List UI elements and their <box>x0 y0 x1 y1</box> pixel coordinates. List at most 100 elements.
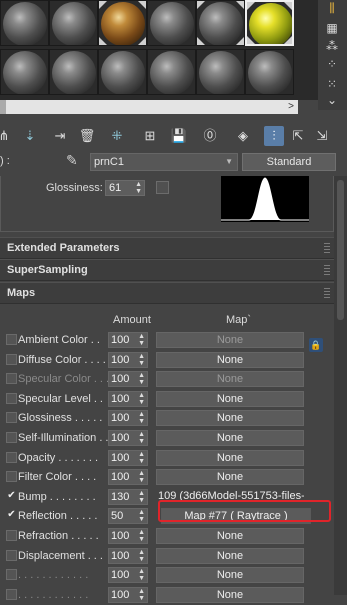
map-slot-button[interactable]: None <box>156 469 304 485</box>
map-amount-spinner[interactable]: 100 ▲ ▼ <box>108 450 148 466</box>
material-slot[interactable] <box>147 0 196 46</box>
map-amount-spinner[interactable]: 100 ▲ ▼ <box>108 587 148 603</box>
eyedropper-icon[interactable]: ✎ <box>66 152 78 169</box>
map-enable-checkbox[interactable] <box>6 452 17 463</box>
get-material-icon[interactable]: ⋔ <box>0 126 14 146</box>
map-amount-spinner[interactable]: 100 ▲ ▼ <box>108 391 148 407</box>
chevron-down-icon[interactable]: ▼ <box>225 154 233 170</box>
reset-map-icon[interactable]: 🗑 <box>77 126 97 146</box>
map-enable-checkbox[interactable] <box>6 471 17 482</box>
spinner-arrows-icon[interactable]: ▲ ▼ <box>138 549 145 563</box>
glossiness-spinner[interactable]: 61 ▲ ▼ <box>105 180 145 196</box>
material-slot[interactable] <box>196 49 245 95</box>
map-amount-spinner[interactable]: 100 ▲ ▼ <box>108 567 148 583</box>
go-to-parent-icon[interactable]: ⇱ <box>288 126 308 146</box>
background-icon[interactable]: ⁂ <box>322 38 342 54</box>
map-enable-checkbox[interactable] <box>6 569 17 580</box>
sample-type-icon[interactable]: ⫼ <box>322 0 342 16</box>
map-slot-button[interactable]: None <box>156 587 304 603</box>
rollout-maps[interactable]: Maps <box>0 282 334 304</box>
spinner-arrows-icon[interactable]: ▲ ▼ <box>138 529 145 543</box>
spinner-arrows-icon[interactable]: ▲ ▼ <box>138 372 145 386</box>
spinner-arrows-icon[interactable]: ▲ ▼ <box>138 411 145 425</box>
spinner-arrows-icon[interactable]: ▲ ▼ <box>138 353 145 367</box>
save-material-icon[interactable]: 💾 <box>169 126 189 146</box>
map-amount-spinner[interactable]: 100 ▲ ▼ <box>108 528 148 544</box>
map-amount-spinner[interactable]: 100 ▲ ▼ <box>108 430 148 446</box>
map-enable-checkbox[interactable] <box>6 373 17 384</box>
map-enable-checkbox[interactable] <box>6 432 17 443</box>
show-shaded-in-viewport-icon[interactable]: ◈ <box>233 126 253 146</box>
spinner-arrows-icon[interactable]: ▲ ▼ <box>138 431 145 445</box>
material-slot-active[interactable] <box>245 0 294 46</box>
material-id-channel-icon[interactable]: ⓪ <box>200 126 220 146</box>
spinner-arrows-icon[interactable]: ▲ ▼ <box>138 509 145 523</box>
map-enable-checkbox[interactable] <box>6 530 17 541</box>
map-enable-checkbox[interactable] <box>6 550 17 561</box>
map-slot-button[interactable]: None <box>156 332 304 348</box>
slots-horizontal-scrollbar[interactable]: > <box>0 100 298 114</box>
map-amount-spinner[interactable]: 100 ▲ ▼ <box>108 352 148 368</box>
spinner-arrows-icon[interactable]: ▲ ▼ <box>138 470 145 484</box>
map-slot-button[interactable]: None <box>156 548 304 564</box>
panel-vertical-scrollbar[interactable] <box>334 176 347 595</box>
make-unique-icon[interactable]: ⁜ <box>107 126 127 146</box>
show-end-result-icon[interactable]: ⫶ <box>264 126 284 146</box>
map-enable-checkbox[interactable]: ✔ <box>6 491 17 502</box>
material-slot[interactable] <box>0 0 49 46</box>
map-slot-button[interactable]: None <box>156 567 304 583</box>
map-amount-spinner[interactable]: 130 ▲ ▼ <box>108 489 148 505</box>
spinner-arrows-icon[interactable]: ▲ ▼ <box>135 181 142 195</box>
backlight-icon[interactable]: ▦ <box>322 20 342 36</box>
map-slot-button[interactable]: None <box>156 391 304 407</box>
put-to-scene-icon[interactable]: ⇣ <box>20 126 40 146</box>
scrollbar-thumb[interactable] <box>337 180 344 320</box>
map-slot-button[interactable]: None <box>156 352 304 368</box>
spinner-arrows-icon[interactable]: ▲ ▼ <box>138 333 145 347</box>
spinner-arrows-icon[interactable]: ▲ ▼ <box>138 392 145 406</box>
options-chevron-icon[interactable]: ⌄ <box>322 92 342 108</box>
map-slot-button[interactable]: None <box>156 450 304 466</box>
material-name-field[interactable]: prnC1 ▼ <box>90 153 238 171</box>
put-to-library-icon[interactable]: ⊞ <box>140 126 160 146</box>
material-slot[interactable] <box>98 0 147 46</box>
grip-icon <box>324 288 330 298</box>
map-enable-checkbox[interactable] <box>6 354 17 365</box>
map-amount-spinner[interactable]: 100 ▲ ▼ <box>108 410 148 426</box>
material-slot[interactable] <box>196 0 245 46</box>
sample-uv-icon[interactable]: ⁘ <box>322 56 342 72</box>
map-slot-button[interactable]: None <box>156 528 304 544</box>
material-slot[interactable] <box>49 0 98 46</box>
map-enable-checkbox[interactable] <box>6 334 17 345</box>
spinner-arrows-icon[interactable]: ▲ ▼ <box>138 451 145 465</box>
map-slot-button[interactable]: None <box>156 371 304 387</box>
scrollbar-knob[interactable] <box>0 100 6 114</box>
material-slot[interactable] <box>98 49 147 95</box>
map-amount-spinner[interactable]: 100 ▲ ▼ <box>108 548 148 564</box>
glossiness-map-button[interactable] <box>156 181 169 194</box>
map-amount-spinner[interactable]: 100 ▲ ▼ <box>108 469 148 485</box>
video-color-check-icon[interactable]: ⁙ <box>322 76 342 92</box>
material-slot[interactable] <box>0 49 49 95</box>
map-channel-label: Refraction . . . . . <box>18 530 99 542</box>
rollout-supersampling[interactable]: SuperSampling <box>0 259 334 281</box>
map-amount-spinner[interactable]: 100 ▲ ▼ <box>108 332 148 348</box>
spinner-arrows-icon[interactable]: ▲ ▼ <box>138 490 145 504</box>
material-slot[interactable] <box>147 49 196 95</box>
material-slot[interactable] <box>245 49 294 95</box>
map-slot-button[interactable]: None <box>156 430 304 446</box>
spinner-arrows-icon[interactable]: ▲ ▼ <box>138 588 145 602</box>
map-enable-checkbox[interactable] <box>6 412 17 423</box>
map-amount-spinner[interactable]: 50 ▲ ▼ <box>108 508 148 524</box>
rollout-extended-parameters[interactable]: Extended Parameters <box>0 237 334 259</box>
spinner-arrows-icon[interactable]: ▲ ▼ <box>138 568 145 582</box>
scroll-right-arrow[interactable]: > <box>284 100 298 114</box>
material-slot[interactable] <box>49 49 98 95</box>
assign-to-selection-icon[interactable]: ⇥ <box>50 126 70 146</box>
map-amount-spinner[interactable]: 100 ▲ ▼ <box>108 371 148 387</box>
map-slot-button[interactable]: None <box>156 410 304 426</box>
go-forward-to-sibling-icon[interactable]: ⇲ <box>312 126 332 146</box>
map-enable-checkbox[interactable]: ✔ <box>6 510 17 521</box>
material-type-button[interactable]: Standard <box>242 153 336 171</box>
map-enable-checkbox[interactable] <box>6 393 17 404</box>
